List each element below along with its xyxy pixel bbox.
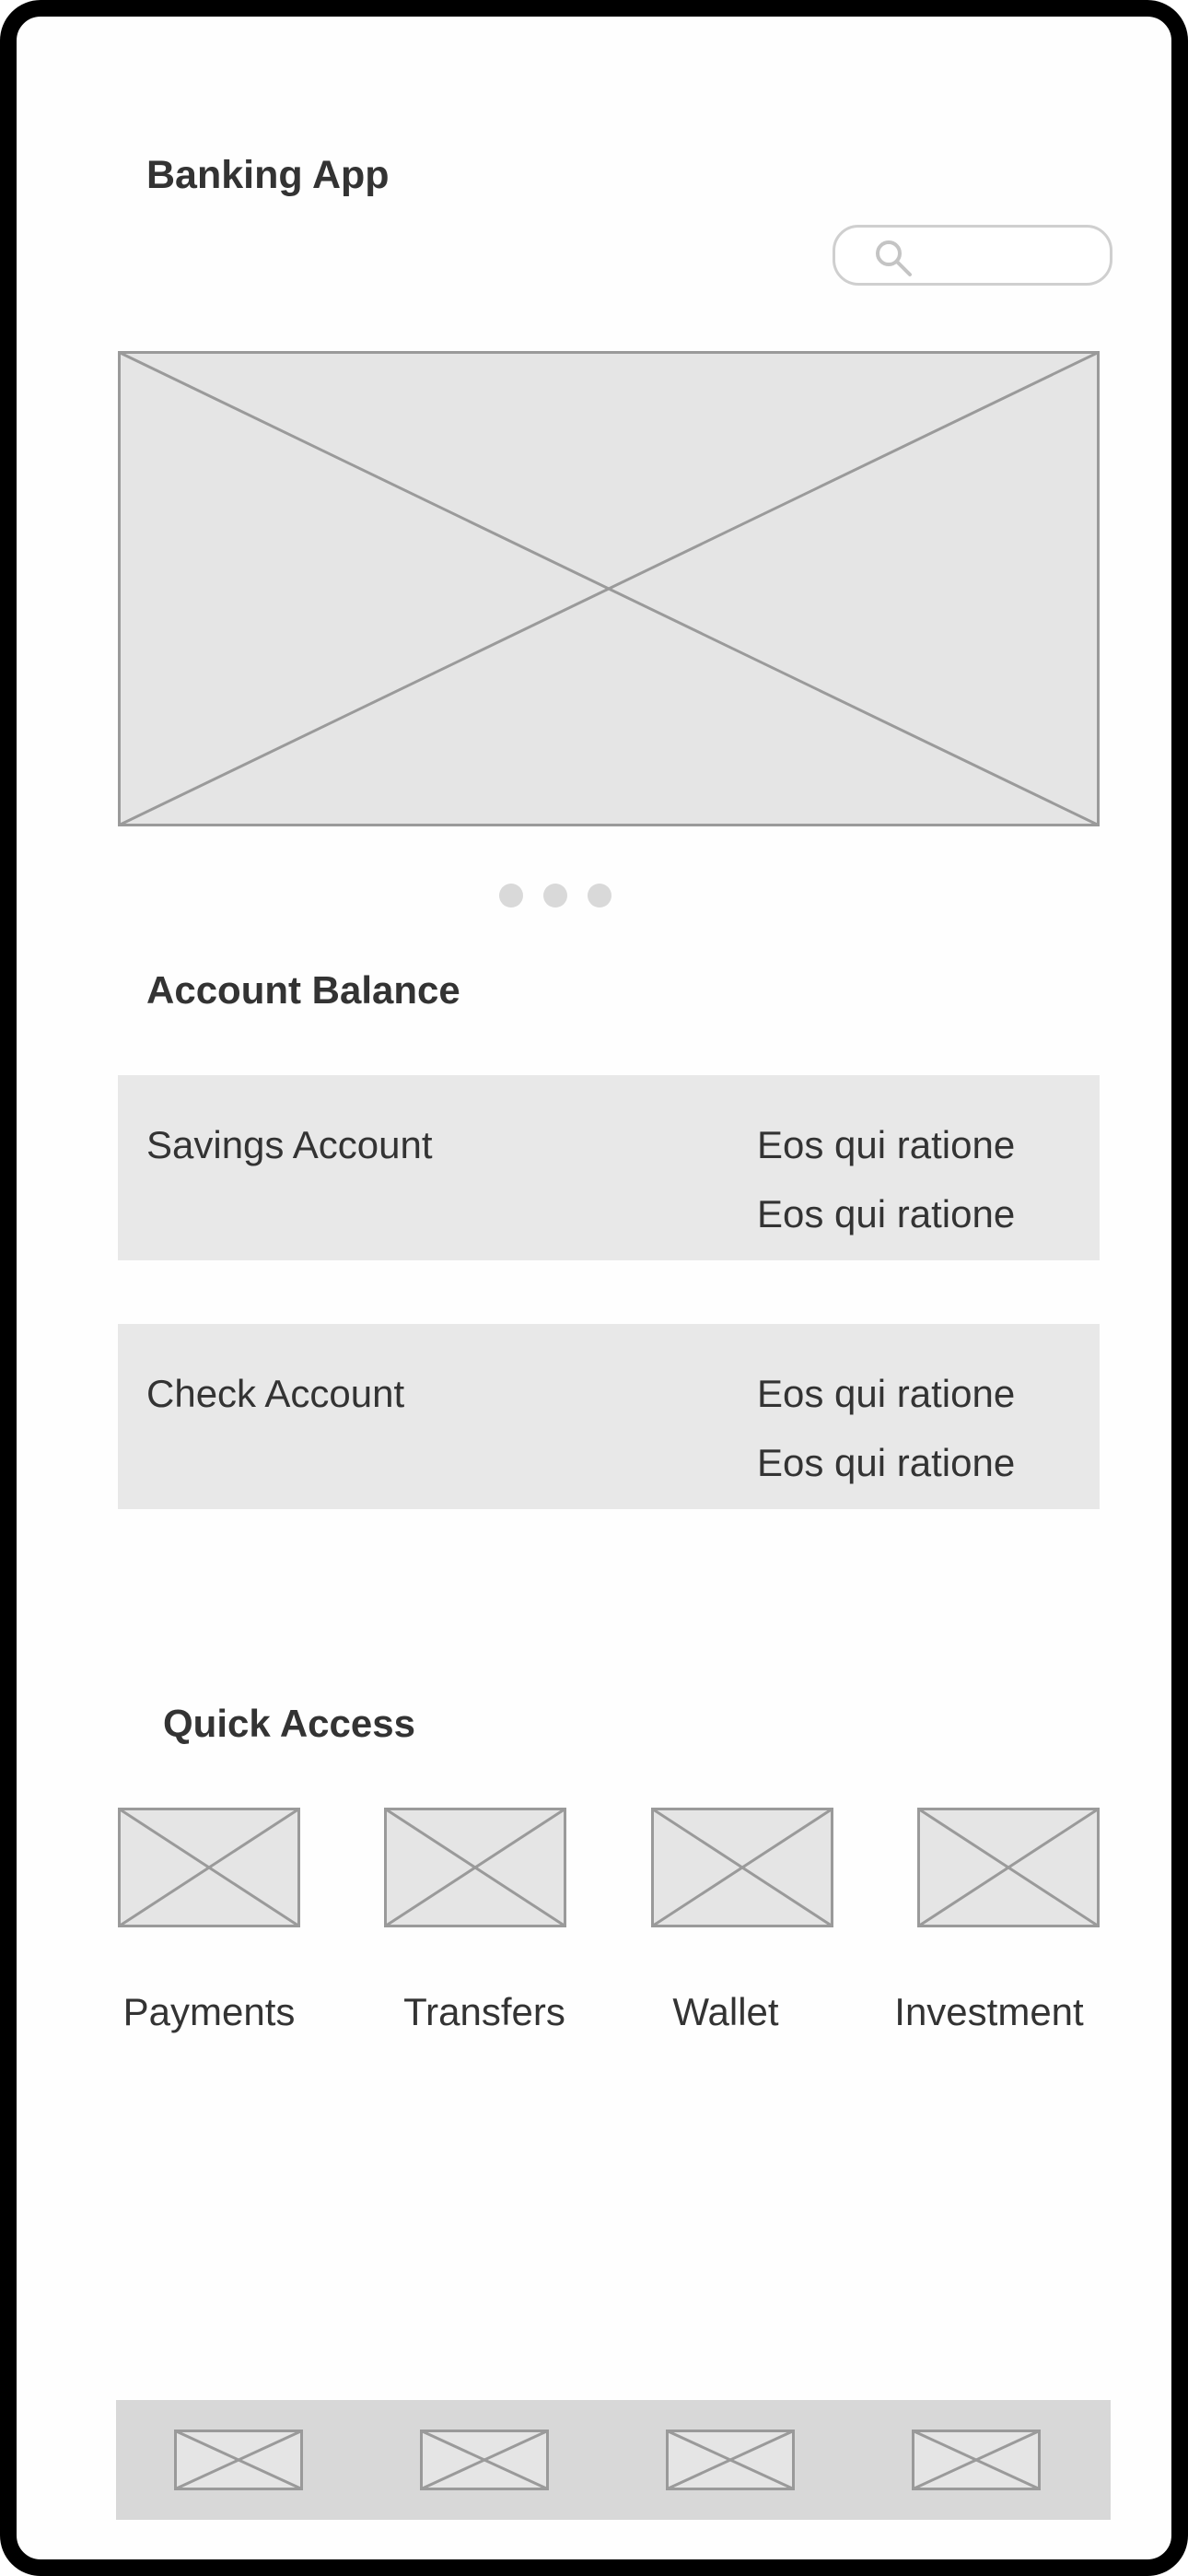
payments-label[interactable]: Payments [99,1990,320,2034]
investment-tile-image[interactable] [917,1808,1100,1927]
carousel-indicator [499,884,613,907]
app-title: Banking App [146,153,390,197]
carousel-dot[interactable] [543,884,567,907]
account-detail: Eos qui ratione [757,1123,1016,1166]
wallet-tile-image[interactable] [651,1808,833,1927]
account-balance-title: Account Balance [146,968,460,1012]
account-name: Savings Account [146,1123,433,1166]
check-account-card[interactable]: Check Account Eos qui ratione Eos qui ra… [118,1324,1100,1509]
account-detail: Eos qui ratione [757,1441,1016,1484]
bottom-nav-item-2[interactable] [420,2430,549,2490]
device-frame: Banking App Account Balance Savings Acco… [0,0,1188,2576]
nav-placeholder-icon [420,2430,549,2490]
quick-access-title: Quick Access [163,1702,415,1745]
nav-placeholder-icon [912,2430,1041,2490]
account-name: Check Account [146,1372,405,1415]
bottom-nav-item-4[interactable] [912,2430,1041,2490]
search-input[interactable] [833,225,1112,286]
bottom-nav-item-1[interactable] [174,2430,303,2490]
transfers-label[interactable]: Transfers [374,1990,595,2034]
bottom-nav-bar [116,2400,1111,2520]
bottom-nav-item-3[interactable] [666,2430,795,2490]
wallet-label[interactable]: Wallet [615,1990,836,2034]
search-icon [876,240,912,276]
account-detail: Eos qui ratione [757,1192,1016,1235]
nav-placeholder-icon [174,2430,303,2490]
investment-label[interactable]: Investment [879,1990,1100,2034]
carousel-dot[interactable] [499,884,523,907]
carousel-dot[interactable] [588,884,611,907]
savings-account-card[interactable]: Savings Account Eos qui ratione Eos qui … [118,1075,1100,1260]
payments-tile-image[interactable] [118,1808,300,1927]
transfers-tile-image[interactable] [384,1808,566,1927]
banner-image[interactable] [118,351,1100,826]
nav-placeholder-icon [666,2430,795,2490]
account-detail: Eos qui ratione [757,1372,1016,1415]
